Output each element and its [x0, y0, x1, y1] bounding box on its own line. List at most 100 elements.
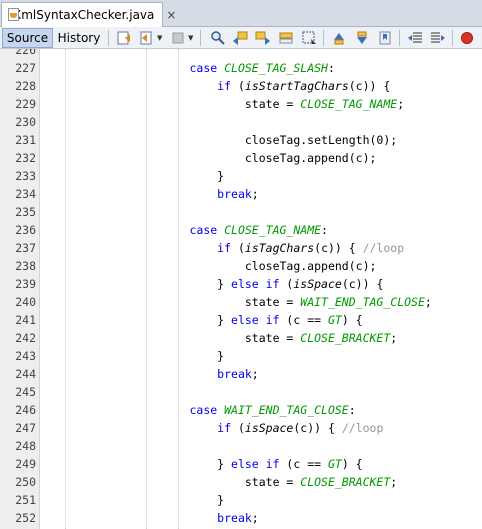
- code-line: 232 closeTag.append(c);: [0, 149, 482, 167]
- shift-right-icon[interactable]: [430, 30, 446, 46]
- code-token: :: [348, 403, 356, 417]
- code-line: 245: [0, 383, 482, 401]
- code-line: 250 state = CLOSE_BRACKET;: [0, 473, 482, 491]
- line-number: 238: [15, 259, 36, 273]
- shift-left-icon[interactable]: [407, 30, 423, 46]
- constant-token: WAIT_END_TAG_CLOSE: [224, 403, 349, 417]
- prev-bookmark-icon[interactable]: [331, 30, 347, 46]
- history-tab[interactable]: History: [55, 28, 103, 48]
- keyword-token: else if: [231, 457, 287, 471]
- keyword-token: break: [217, 187, 252, 201]
- forward-icon[interactable]: [170, 30, 186, 46]
- code-text: break;: [51, 365, 259, 383]
- rect-select-icon[interactable]: [301, 30, 317, 46]
- record-macro-icon[interactable]: [459, 30, 475, 46]
- line-number: 248: [15, 439, 36, 453]
- code-editor[interactable]: 226 227 case CLOSE_TAG_SLASH: 228 if (isSt…: [0, 49, 482, 529]
- find-prev-icon[interactable]: [232, 30, 248, 46]
- next-bookmark-icon[interactable]: [354, 30, 370, 46]
- code-token: ;: [251, 367, 259, 381]
- method-token: isSpace: [244, 421, 294, 435]
- chevron-down-icon[interactable]: ▼: [188, 34, 193, 42]
- code-token: ;: [390, 331, 398, 345]
- keyword-token: case: [189, 61, 225, 75]
- code-text: case CLOSE_TAG_SLASH:: [51, 59, 335, 77]
- line-number: 245: [15, 385, 36, 399]
- back-icon[interactable]: [139, 30, 155, 46]
- code-line: 240 state = WAIT_END_TAG_CLOSE;: [0, 293, 482, 311]
- code-token: :: [321, 223, 328, 237]
- code-line: 239 } else if (isSpace(c)) {: [0, 275, 482, 293]
- code-token: :: [327, 61, 335, 75]
- code-token: ;: [397, 97, 405, 111]
- code-text: if (isStartTagChars(c)) {: [51, 77, 390, 95]
- file-tab[interactable]: XmlSyntaxChecker.java ×: [1, 2, 176, 27]
- code-token: (c)) {: [348, 79, 391, 93]
- code-token: ) {: [341, 313, 363, 327]
- keyword-token: break: [217, 367, 252, 381]
- keyword-token: if: [217, 79, 238, 93]
- line-number: 230: [15, 115, 36, 129]
- code-text: state = CLOSE_BRACKET;: [51, 473, 397, 491]
- code-token: (c ==: [286, 313, 328, 327]
- code-text: }: [51, 347, 224, 365]
- code-text: case CLOSE_TAG_NAME:: [51, 221, 328, 239]
- code-text: closeTag.append(c);: [51, 257, 377, 275]
- code-token: state =: [244, 331, 301, 345]
- code-token: ;: [251, 187, 259, 201]
- chevron-down-icon[interactable]: ▼: [157, 34, 162, 42]
- code-line: 229 state = CLOSE_TAG_NAME;: [0, 95, 482, 113]
- find-next-icon[interactable]: [255, 30, 271, 46]
- code-line: 246 case WAIT_END_TAG_CLOSE:: [0, 401, 482, 419]
- keyword-token: case: [189, 403, 225, 417]
- line-number: 249: [15, 457, 36, 471]
- code-token: state =: [244, 295, 301, 309]
- code-token: (: [237, 421, 245, 435]
- constant-token: CLOSE_TAG_NAME: [224, 223, 322, 237]
- code-token: ;: [390, 475, 398, 489]
- comment-token: //loop: [362, 241, 405, 255]
- toolbar-separator: [108, 30, 109, 46]
- code-text: state = WAIT_END_TAG_CLOSE;: [51, 293, 432, 311]
- line-number: 237: [15, 241, 36, 255]
- code-token: ) {: [341, 457, 363, 471]
- toggle-highlight-icon[interactable]: [278, 30, 294, 46]
- toolbar-separator: [399, 30, 400, 46]
- method-token: isStartTagChars: [244, 79, 349, 93]
- code-text: if (isTagChars(c)) { //loop: [51, 239, 404, 257]
- line-number: 241: [15, 313, 36, 327]
- line-number: 243: [15, 349, 36, 363]
- close-icon[interactable]: ×: [166, 8, 176, 22]
- line-number: 226: [15, 49, 36, 57]
- line-number: 247: [15, 421, 36, 435]
- keyword-token: case: [189, 223, 225, 237]
- code-line: 244 break;: [0, 365, 482, 383]
- line-number: 250: [15, 475, 36, 489]
- code-text: closeTag.append(c);: [51, 149, 377, 167]
- comment-token: //loop: [341, 421, 384, 435]
- source-tab[interactable]: Source: [2, 28, 53, 48]
- toggle-bookmark-icon[interactable]: [377, 30, 393, 46]
- line-number: 233: [15, 169, 36, 183]
- toolbar-separator: [323, 30, 324, 46]
- constant-token: CLOSE_BRACKET: [300, 331, 391, 345]
- find-icon[interactable]: [210, 30, 226, 46]
- code-token: }: [217, 457, 232, 471]
- line-number: 231: [15, 133, 36, 147]
- line-number: 229: [15, 97, 36, 111]
- code-token: }: [217, 277, 232, 291]
- last-edit-icon[interactable]: [116, 30, 132, 46]
- code-text: }: [51, 167, 224, 185]
- editor-toolbar: Source History ▼ ▼: [0, 27, 482, 49]
